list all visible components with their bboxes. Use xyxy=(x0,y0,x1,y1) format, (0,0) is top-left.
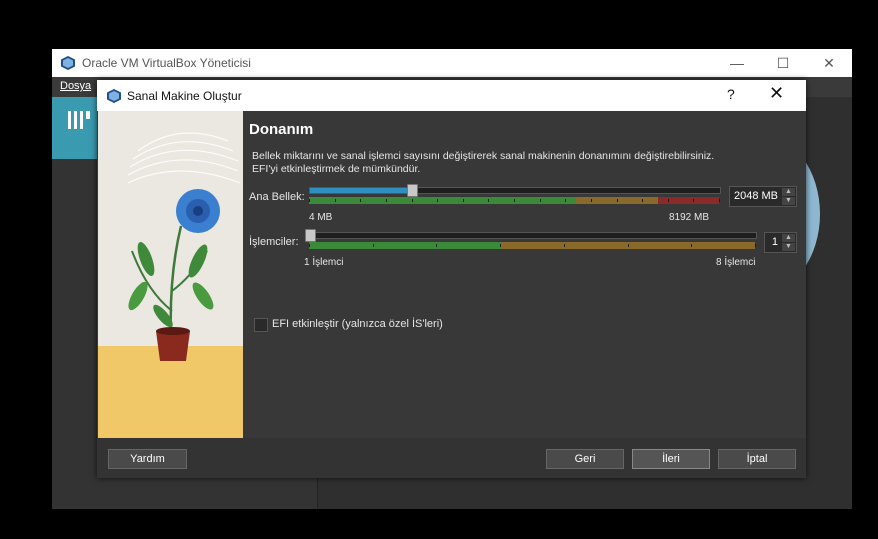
slider-tick xyxy=(564,244,565,247)
cpu-value: 1 xyxy=(771,236,778,248)
slider-tick xyxy=(591,199,592,202)
memory-value: 2048 MB xyxy=(733,190,778,202)
help-button[interactable]: Yardım xyxy=(108,449,187,469)
cpu-label: İşlemciler: xyxy=(249,236,299,248)
wizard-illustration xyxy=(98,111,243,438)
page-description: Bellek miktarını ve sanal işlemci sayısı… xyxy=(252,150,772,176)
next-button[interactable]: İleri xyxy=(632,449,710,469)
slider-tick xyxy=(436,244,437,247)
virtualbox-icon xyxy=(107,89,121,103)
dialog-titlebar: Sanal Makine Oluştur ? ✕ xyxy=(97,80,806,111)
slider-tick xyxy=(628,244,629,247)
help-icon[interactable]: ? xyxy=(727,86,735,102)
slider-tick xyxy=(691,244,692,247)
main-window-title: Oracle VM VirtualBox Yöneticisi xyxy=(82,56,251,70)
efi-label[interactable]: EFI etkinleştir (yalnızca özel İS'leri) xyxy=(272,318,443,330)
next-button-label: İleri xyxy=(662,453,680,465)
tools-icon xyxy=(68,111,90,129)
description-line-2: EFI'yi etkinleştirmek de mümkündür. xyxy=(252,163,421,175)
wizard-page: Donanım Bellek miktarını ve sanal işlemc… xyxy=(249,111,806,438)
slider-tick xyxy=(437,199,438,202)
create-vm-dialog: Sanal Makine Oluştur ? ✕ Donanım Bellek … xyxy=(97,80,806,478)
maximize-button[interactable]: ☐ xyxy=(760,49,806,77)
spin-up-icon[interactable]: ▲ xyxy=(782,234,795,242)
memory-spinbox[interactable]: 2048 MB ▲ ▼ xyxy=(729,186,797,207)
slider-tick xyxy=(500,244,501,247)
main-titlebar: Oracle VM VirtualBox Yöneticisi — ☐ ✕ xyxy=(52,49,852,77)
minimize-button[interactable]: — xyxy=(714,49,760,77)
slider-tick xyxy=(693,199,694,202)
slider-tick xyxy=(412,199,413,202)
memory-max-label: 8192 MB xyxy=(669,212,710,223)
slider-tick xyxy=(565,199,566,202)
cancel-button-label: İptal xyxy=(746,453,768,465)
cpu-min-label: 1 İşlemci xyxy=(304,257,344,268)
slider-tick xyxy=(309,199,310,202)
back-button-label: Geri xyxy=(574,453,596,465)
cpu-slider-handle[interactable] xyxy=(305,229,316,242)
button-bar: Yardım Geri İleri İptal xyxy=(97,438,806,478)
cpu-max-label: 8 İşlemci xyxy=(716,257,756,268)
slider-tick xyxy=(335,199,336,202)
slider-tick xyxy=(755,244,756,247)
back-button[interactable]: Geri xyxy=(546,449,624,469)
slider-tick xyxy=(386,199,387,202)
close-button[interactable]: ✕ xyxy=(806,49,852,77)
memory-slider-fill xyxy=(310,188,412,193)
page-title: Donanım xyxy=(249,121,314,138)
cpu-spinbox[interactable]: 1 ▲ ▼ xyxy=(764,232,797,253)
tools-item[interactable] xyxy=(52,97,98,159)
dialog-title: Sanal Makine Oluştur xyxy=(127,89,242,103)
virtualbox-icon xyxy=(61,56,75,70)
slider-tick xyxy=(617,199,618,202)
close-icon[interactable]: ✕ xyxy=(769,83,784,104)
memory-min-label: 4 MB xyxy=(309,212,333,223)
slider-tick xyxy=(463,199,464,202)
efi-checkbox[interactable] xyxy=(254,318,268,332)
slider-tick xyxy=(642,199,643,202)
slider-tick xyxy=(514,199,515,202)
help-button-label: Yardım xyxy=(130,453,165,465)
spin-down-icon[interactable]: ▼ xyxy=(782,243,795,251)
slider-zone xyxy=(309,197,576,204)
memory-slider-handle[interactable] xyxy=(407,184,418,197)
cancel-button[interactable]: İptal xyxy=(718,449,796,469)
slider-tick xyxy=(373,244,374,247)
slider-tick xyxy=(360,199,361,202)
menu-file[interactable]: Dosya xyxy=(60,80,91,92)
slider-tick xyxy=(540,199,541,202)
slider-tick xyxy=(309,244,310,247)
cpu-slider-track[interactable] xyxy=(309,232,757,239)
memory-label: Ana Bellek: xyxy=(249,191,305,203)
slider-zone xyxy=(657,197,719,204)
slider-tick xyxy=(719,199,720,202)
spin-down-icon[interactable]: ▼ xyxy=(782,197,795,205)
slider-tick xyxy=(668,199,669,202)
slider-zone xyxy=(309,242,501,249)
description-line-1: Bellek miktarını ve sanal işlemci sayısı… xyxy=(252,150,715,162)
memory-slider-track[interactable] xyxy=(309,187,721,194)
slider-tick xyxy=(488,199,489,202)
spin-up-icon[interactable]: ▲ xyxy=(782,188,795,196)
